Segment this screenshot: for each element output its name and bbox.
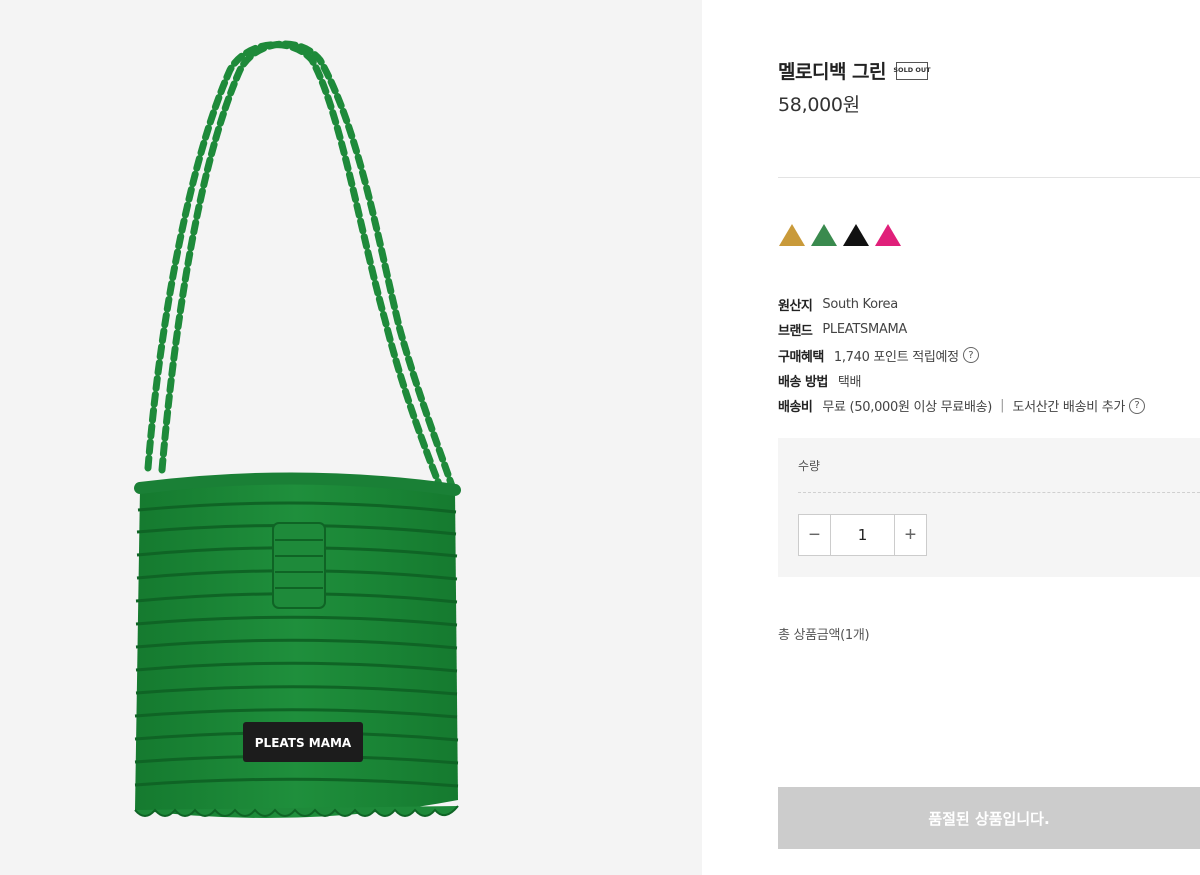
soldout-badge: SOLD OUT [893, 61, 931, 80]
spec-shipping-fee: 배송비 무료 (50,000원 이상 무료배송) | 도서산간 배송비 추가 ? [778, 393, 1200, 418]
spec-label: 배송 방법 [778, 375, 828, 391]
decrease-button[interactable]: − [798, 514, 831, 556]
spec-value-extra: 도서산간 배송비 추가 [1012, 400, 1126, 416]
spec-brand: 브랜드 PLEATSMAMA [778, 317, 1200, 342]
title-row: 멜로디백 그린 SOLD OUT [778, 57, 931, 84]
product-image: PLEATS MAMA [134, 40, 461, 818]
quantity-label: 수량 [798, 459, 821, 473]
swatch-green[interactable] [810, 223, 838, 247]
swatch-black[interactable] [842, 223, 870, 247]
quantity-input[interactable] [831, 514, 894, 556]
separator: | [1000, 398, 1005, 414]
product-specs: 원산지 South Korea 브랜드 PLEATSMAMA 구매혜택 1,74… [778, 292, 1200, 418]
swatch-pink[interactable] [874, 223, 902, 247]
spec-benefit: 구매혜택 1,740 포인트 적립예정 ? [778, 343, 1200, 368]
help-icon[interactable]: ? [1129, 397, 1146, 414]
spec-value: 택배 [837, 375, 862, 391]
product-title: 멜로디백 그린 [778, 61, 887, 83]
soldout-button[interactable]: 품절된 상품입니다. [778, 787, 1200, 849]
quantity-stepper: − + [798, 514, 927, 556]
dashed-divider [798, 492, 1200, 493]
color-swatches [778, 223, 902, 247]
spec-value: South Korea [822, 297, 898, 313]
swatch-mustard[interactable] [778, 223, 806, 247]
bag-strap [144, 40, 459, 504]
bag-body [134, 472, 461, 818]
spec-label: 원산지 [778, 299, 813, 315]
product-gallery: PLEATS MAMA [0, 0, 702, 875]
increase-button[interactable]: + [894, 514, 927, 556]
spec-value: PLEATSMAMA [822, 322, 907, 338]
quantity-box: 수량 − + [778, 438, 1200, 577]
spec-shipping-method: 배송 방법 택배 [778, 368, 1200, 393]
spec-label: 브랜드 [778, 324, 813, 340]
total-price-label: 총 상품금액(1개) [778, 628, 870, 643]
spec-value: 무료 (50,000원 이상 무료배송) [822, 400, 993, 416]
spec-label: 구매혜택 [778, 349, 824, 365]
divider [778, 177, 1200, 178]
help-icon[interactable]: ? [962, 347, 979, 364]
brand-label-text: PLEATS MAMA [255, 736, 352, 750]
spec-value: 1,740 포인트 적립예정 [833, 349, 959, 365]
spec-label: 배송비 [778, 400, 813, 416]
product-info: 멜로디백 그린 SOLD OUT 58,000원 원산지 South Korea… [778, 0, 1200, 875]
spec-origin: 원산지 South Korea [778, 292, 1200, 317]
product-price: 58,000원 [778, 94, 860, 116]
